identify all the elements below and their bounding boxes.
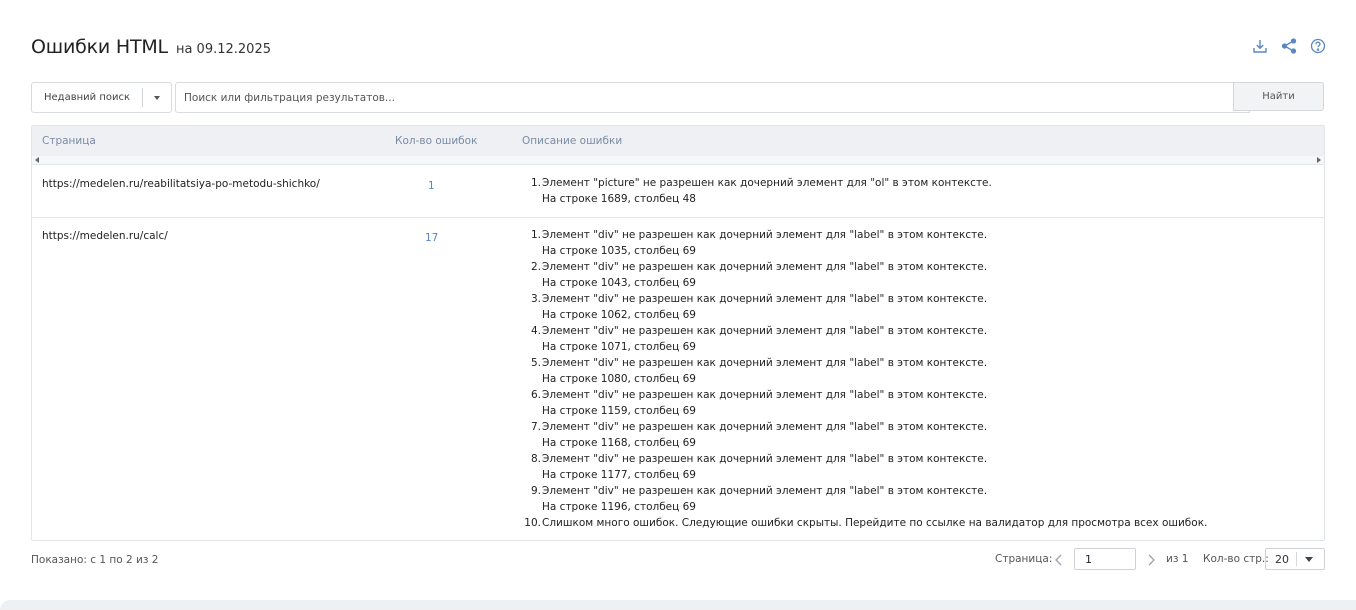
error-location: На строке 1080, столбец 69 [542, 373, 696, 385]
results-count: Показано: с 1 по 2 из 2 [31, 554, 159, 566]
error-location: На строке 1062, столбец 69 [542, 309, 696, 321]
caret-down-icon [154, 95, 160, 100]
error-message: Элемент "div" не разрешен как дочерний э… [542, 261, 988, 273]
page: Ошибки HTML на 09.12.2025 Недавний поиск… [0, 0, 1356, 610]
error-list: 1. Элемент "picture" не разрешен как доч… [522, 175, 992, 207]
search-input[interactable] [175, 82, 1250, 113]
error-item: 5. Элемент "div" не разрешен как дочерний… [522, 355, 1207, 387]
error-number: 1. [530, 229, 541, 241]
scroll-left-icon[interactable] [35, 157, 39, 163]
per-page-value: 20 [1275, 553, 1289, 566]
caret-down-icon [1305, 557, 1313, 562]
header-actions [1252, 38, 1326, 54]
error-location: На строке 1177, столбец 69 [542, 469, 696, 481]
scroll-right-icon[interactable] [1317, 157, 1321, 163]
error-message: Элемент "div" не разрешен как дочерний э… [542, 421, 988, 433]
error-location: На строке 1159, столбец 69 [542, 405, 696, 417]
error-number: 2. [530, 261, 541, 273]
error-location: На строке 1071, столбец 69 [542, 341, 696, 353]
page-number-input[interactable] [1074, 548, 1136, 570]
window-bottom-edge [0, 600, 1356, 610]
error-item: 8. Элемент "div" не разрешен как дочерний… [522, 451, 1207, 483]
error-location: На строке 1196, столбец 69 [542, 501, 696, 513]
error-item: 9. Элемент "div" не разрешен как дочерний… [522, 483, 1207, 515]
error-number: 8. [530, 453, 541, 465]
error-item: 3. Элемент "div" не разрешен как дочерний… [522, 291, 1207, 323]
error-message: Элемент "div" не разрешен как дочерний э… [542, 229, 988, 241]
page-date: на 09.12.2025 [175, 42, 271, 57]
page-url: https://medelen.ru/calc/ [42, 230, 168, 242]
error-number: 10. [524, 517, 541, 529]
help-icon[interactable] [1310, 38, 1326, 54]
total-pages: из 1 [1166, 553, 1189, 565]
per-page-select[interactable]: 20 [1265, 548, 1325, 570]
per-page-label: Кол-во стр.: [1203, 553, 1269, 565]
error-message: Элемент "div" не разрешен как дочерний э… [542, 325, 988, 337]
column-header-description[interactable]: Описание ошибки [522, 135, 622, 147]
error-location: На строке 1168, столбец 69 [542, 437, 696, 449]
select-separator [1296, 552, 1297, 566]
error-message: Элемент "div" не разрешен как дочерний э… [542, 485, 988, 497]
error-item: 4. Элемент "div" не разрешен как дочерний… [522, 323, 1207, 355]
error-number: 9. [530, 485, 541, 497]
download-icon[interactable] [1252, 38, 1268, 54]
dropdown-separator [142, 88, 143, 107]
error-item: 2. Элемент "div" не разрешен как дочерний… [522, 259, 1207, 291]
error-message: Элемент "div" не разрешен как дочерний э… [542, 357, 988, 369]
error-number: 1. [530, 177, 541, 189]
column-header-count[interactable]: Кол-во ошибок [395, 135, 477, 147]
error-message: Элемент "div" не разрешен как дочерний э… [542, 293, 988, 305]
error-message: Элемент "picture" не разрешен как дочерн… [542, 177, 992, 189]
row-divider [32, 217, 1324, 218]
error-message: Элемент "div" не разрешен как дочерний э… [542, 453, 988, 465]
search-bar: Недавний поиск Найти [31, 82, 1325, 113]
error-item: 7. Элемент "div" не разрешен как дочерний… [522, 419, 1207, 451]
error-item: 1. Элемент "div" не разрешен как дочерний… [522, 227, 1207, 259]
error-number: 6. [530, 389, 541, 401]
horizontal-scrollbar[interactable] [32, 156, 1324, 164]
errors-table: Страница Кол-во ошибок Описание ошибки h… [31, 125, 1325, 541]
error-location: На строке 1035, столбец 69 [542, 245, 696, 257]
page-title: Ошибки HTML [31, 36, 168, 58]
column-header-page[interactable]: Страница [42, 135, 96, 147]
error-number: 5. [530, 357, 541, 369]
chevron-left-icon[interactable] [1054, 554, 1064, 566]
error-number: 4. [530, 325, 541, 337]
error-list: 1. Элемент "div" не разрешен как дочерний… [522, 227, 1207, 531]
error-item: 10. Слишком много ошибок. Следующие ошибк… [522, 515, 1207, 531]
error-number: 7. [530, 421, 541, 433]
page-header: Ошибки HTML на 09.12.2025 [31, 36, 271, 58]
find-button[interactable]: Найти [1233, 82, 1324, 111]
error-location: На строке 1689, столбец 48 [542, 193, 696, 205]
chevron-right-icon[interactable] [1146, 554, 1156, 566]
error-number: 3. [530, 293, 541, 305]
recent-search-dropdown[interactable]: Недавний поиск [31, 82, 172, 113]
error-item: 1. Элемент "picture" не разрешен как доч… [522, 175, 992, 207]
page-url: https://medelen.ru/reabilitatsiya-po-met… [42, 178, 320, 190]
error-count-link[interactable]: 1 [428, 180, 435, 192]
page-label: Страница: [995, 553, 1053, 565]
row-divider [32, 164, 1324, 165]
error-item: 6. Элемент "div" не разрешен как дочерний… [522, 387, 1207, 419]
error-count-link[interactable]: 17 [425, 232, 438, 244]
table-header: Страница Кол-во ошибок Описание ошибки [32, 126, 1324, 156]
error-message: Элемент "div" не разрешен как дочерний э… [542, 389, 988, 401]
error-location: На строке 1043, столбец 69 [542, 277, 696, 289]
share-icon[interactable] [1281, 38, 1297, 54]
recent-search-label: Недавний поиск [44, 92, 131, 103]
error-message: Слишком много ошибок. Следующие ошибки с… [542, 517, 1208, 529]
